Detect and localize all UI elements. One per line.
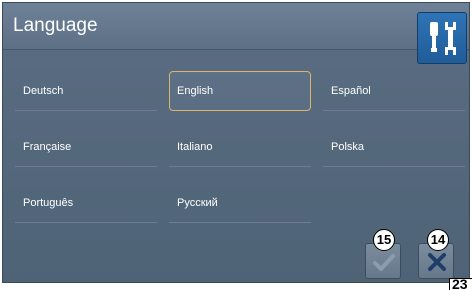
language-option-russian[interactable]: Русский bbox=[169, 183, 311, 223]
language-option-english[interactable]: English bbox=[169, 71, 311, 111]
title-bar: Language bbox=[3, 3, 469, 50]
checkmark-icon bbox=[373, 254, 395, 271]
language-option-polska[interactable]: Polska bbox=[323, 127, 465, 167]
tools-button[interactable] bbox=[417, 12, 467, 64]
language-dialog: Language Deutsch English Español Françai… bbox=[2, 2, 470, 283]
wrench-screwdriver-icon bbox=[430, 22, 456, 55]
language-option-italiano[interactable]: Italiano bbox=[169, 127, 311, 167]
callout-confirm: 15 bbox=[373, 229, 395, 251]
callout-cancel: 14 bbox=[427, 229, 449, 251]
close-icon bbox=[428, 253, 446, 271]
language-option-espanol[interactable]: Español bbox=[323, 71, 465, 111]
language-option-francaise[interactable]: Française bbox=[15, 127, 157, 167]
dialog-title: Language bbox=[13, 15, 98, 36]
language-option-portugues[interactable]: Português bbox=[15, 183, 157, 223]
language-option-deutsch[interactable]: Deutsch bbox=[15, 71, 157, 111]
figure-number: 23 bbox=[449, 278, 472, 290]
